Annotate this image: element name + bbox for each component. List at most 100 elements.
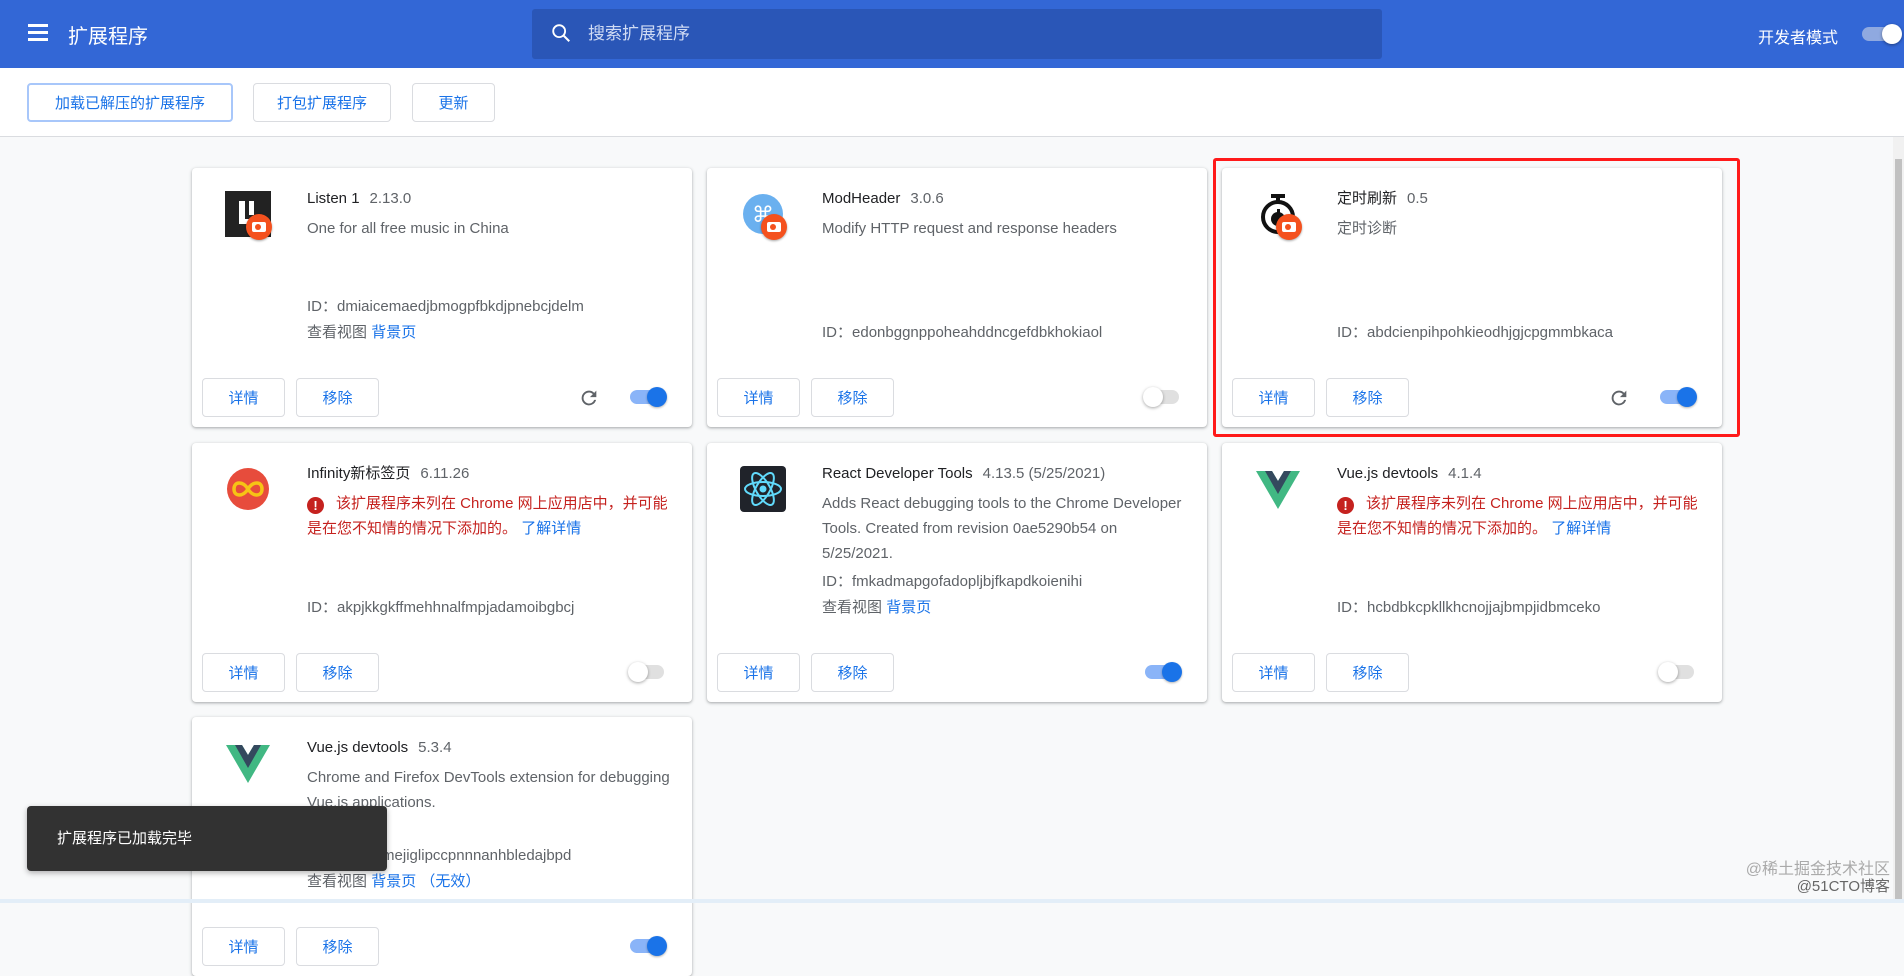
background-page-link[interactable]: 背景页 xyxy=(371,873,416,890)
id-label: ID： xyxy=(822,573,853,590)
extension-card: Vue.js devtools 4.1.4! 该扩展程序未列在 Chrome 网上应… xyxy=(1222,443,1722,702)
extension-description: Modify HTTP request and response headers xyxy=(822,220,1117,237)
details-button[interactable]: 详情 xyxy=(717,653,800,692)
update-button[interactable]: 更新 xyxy=(412,83,495,122)
reload-icon[interactable] xyxy=(578,387,600,409)
watermark: @稀土掘金技术社区 @51CTO博客 xyxy=(1746,861,1890,895)
remove-button[interactable]: 移除 xyxy=(1326,653,1409,692)
dev-mode-label: 开发者模式 xyxy=(1758,30,1839,47)
inspect-views: 查看视图 背景页 （无效） xyxy=(307,869,674,895)
remove-button[interactable]: 移除 xyxy=(296,927,379,966)
id-value: akpjkkgkffmehhnalfmpjadamoibgbcj xyxy=(337,599,575,616)
enable-toggle[interactable] xyxy=(628,662,668,682)
extension-name: React Developer Tools xyxy=(822,465,973,482)
id-label: ID： xyxy=(1337,599,1368,616)
app-header: 扩展程序 开发者模式 xyxy=(0,0,1904,68)
details-button[interactable]: 详情 xyxy=(717,378,800,417)
enable-toggle[interactable] xyxy=(628,387,668,407)
search-box[interactable] xyxy=(532,9,1382,59)
extension-name: Listen 1 xyxy=(307,190,360,207)
extension-card: ⌘ ModHeader 3.0.6 Modify HTTP request and r… xyxy=(707,168,1207,427)
remove-button[interactable]: 移除 xyxy=(296,653,379,692)
extension-id: ID：fmkadmapgofadopljbjfkapdkoienihi xyxy=(822,569,1189,595)
remove-button[interactable]: 移除 xyxy=(1326,378,1409,417)
inspect-views-label: 查看视图 xyxy=(822,599,883,616)
extension-id: ID：hcbdbkcpkllkhcnojjajbmpjidbmceko xyxy=(1337,595,1704,621)
extension-name: 定时刷新 xyxy=(1337,190,1398,207)
extension-version: 3.0.6 xyxy=(910,190,944,207)
watermark-51cto: @51CTO博客 xyxy=(1796,878,1890,895)
pack-extension-button[interactable]: 打包扩展程序 xyxy=(253,83,391,122)
extension-name: ModHeader xyxy=(822,190,901,207)
unpacked-badge-icon xyxy=(246,214,272,240)
extension-name: Vue.js devtools xyxy=(307,739,409,756)
vue-icon xyxy=(225,740,271,786)
inspect-views-label: 查看视图 xyxy=(307,873,368,890)
enable-toggle[interactable] xyxy=(1658,387,1698,407)
details-button[interactable]: 详情 xyxy=(202,927,285,966)
extension-description: Adds React debugging tools to the Chrome… xyxy=(822,495,1182,562)
inspect-views-label: 查看视图 xyxy=(307,324,368,341)
remove-button[interactable]: 移除 xyxy=(811,653,894,692)
extension-card: React Developer Tools 4.13.5 (5/25/2021) A… xyxy=(707,443,1207,702)
id-label: ID： xyxy=(822,324,853,341)
extension-card: 定时刷新 0.5 定时诊断 ID：abdcienpihpohkieodhjgjcpgm… xyxy=(1222,168,1722,427)
id-value: hcbdbkcpkllkhcnojjajbmpjidbmceko xyxy=(1367,599,1601,616)
load-unpacked-button[interactable]: 加载已解压的扩展程序 xyxy=(27,83,233,122)
extension-version: 4.1.4 xyxy=(1448,465,1482,482)
scrollbar[interactable] xyxy=(1893,137,1904,903)
enable-toggle[interactable] xyxy=(1143,387,1183,407)
background-page-link[interactable]: 背景页 xyxy=(371,324,416,341)
enable-toggle[interactable] xyxy=(1143,662,1183,682)
id-value: edonbggnppoheahddncgefdbkhokiaol xyxy=(852,324,1103,341)
details-button[interactable]: 详情 xyxy=(1232,653,1315,692)
toast-message: 扩展程序已加载完毕 xyxy=(27,806,387,871)
extension-id: ID：akpjkkgkffmehhnalfmpjadamoibgbcj xyxy=(307,595,674,621)
id-label: ID： xyxy=(307,599,338,616)
vue-icon xyxy=(1255,466,1301,512)
extension-id: ID：dmiaicemaedjbmogpfbkdjpnebcjdelm xyxy=(307,294,674,320)
id-label: ID： xyxy=(1337,324,1368,341)
inspect-views: 查看视图 背景页 xyxy=(307,320,674,346)
enable-toggle[interactable] xyxy=(1658,662,1698,682)
warning-text: 该扩展程序未列在 Chrome 网上应用店中，并可能是在您不知情的情况下添加的。 xyxy=(1337,495,1698,537)
remove-button[interactable]: 移除 xyxy=(811,378,894,417)
extension-version: 0.5 xyxy=(1407,190,1428,207)
menu-icon[interactable] xyxy=(28,24,48,41)
id-value: abdcienpihpohkieodhjgjcpgmmbkaca xyxy=(1367,324,1614,341)
extension-version: 6.11.26 xyxy=(420,465,470,482)
extension-version: 4.13.5 (5/25/2021) xyxy=(982,465,1106,482)
id-value: dmiaicemaedjbmogpfbkdjpnebcjdelm xyxy=(337,298,584,315)
extension-description: One for all free music in China xyxy=(307,220,509,237)
warning-message: ! 该扩展程序未列在 Chrome 网上应用店中，并可能是在您不知情的情况下添加的… xyxy=(307,487,674,595)
extension-description: 定时诊断 xyxy=(1337,220,1398,237)
details-button[interactable]: 详情 xyxy=(202,378,285,417)
bottom-edge xyxy=(0,899,1904,903)
extension-id: ID：edonbggnppoheahddncgefdbkhokiaol xyxy=(822,320,1189,346)
dev-mode-toggle[interactable] xyxy=(1862,24,1902,44)
learn-more-link[interactable]: 了解详情 xyxy=(1551,520,1611,537)
watermark-juejin: @稀土掘金技术社区 xyxy=(1745,861,1890,878)
background-page-link[interactable]: 背景页 xyxy=(886,599,931,616)
unpacked-badge-icon xyxy=(761,214,787,240)
extension-id: ID：abdcienpihpohkieodhjgjcpgmmbkaca xyxy=(1337,320,1704,346)
reload-icon[interactable] xyxy=(1608,387,1630,409)
extension-card: Listen 1 2.13.0 One for all free music in … xyxy=(192,168,692,427)
infinity-icon xyxy=(225,466,271,512)
details-button[interactable]: 详情 xyxy=(202,653,285,692)
unpacked-badge-icon xyxy=(1276,214,1302,240)
inactive-label: （无效） xyxy=(420,873,481,890)
warning-text: 该扩展程序未列在 Chrome 网上应用店中，并可能是在您不知情的情况下添加的。 xyxy=(307,495,668,537)
details-button[interactable]: 详情 xyxy=(1232,378,1315,417)
react-icon xyxy=(740,466,786,512)
remove-button[interactable]: 移除 xyxy=(296,378,379,417)
search-input[interactable] xyxy=(588,9,1348,59)
extension-card: Infinity新标签页 6.11.26 ! 该扩展程序未列在 Chrome 网上应用… xyxy=(192,443,692,702)
enable-toggle[interactable] xyxy=(628,936,668,956)
id-label: ID： xyxy=(307,298,338,315)
id-value: fmkadmapgofadopljbjfkapdkoienihi xyxy=(852,573,1083,590)
extension-name: Infinity新标签页 xyxy=(307,465,411,482)
warning-message: ! 该扩展程序未列在 Chrome 网上应用店中，并可能是在您不知情的情况下添加的… xyxy=(1337,487,1704,595)
extension-version: 5.3.4 xyxy=(418,739,452,756)
learn-more-link[interactable]: 了解详情 xyxy=(521,520,581,537)
